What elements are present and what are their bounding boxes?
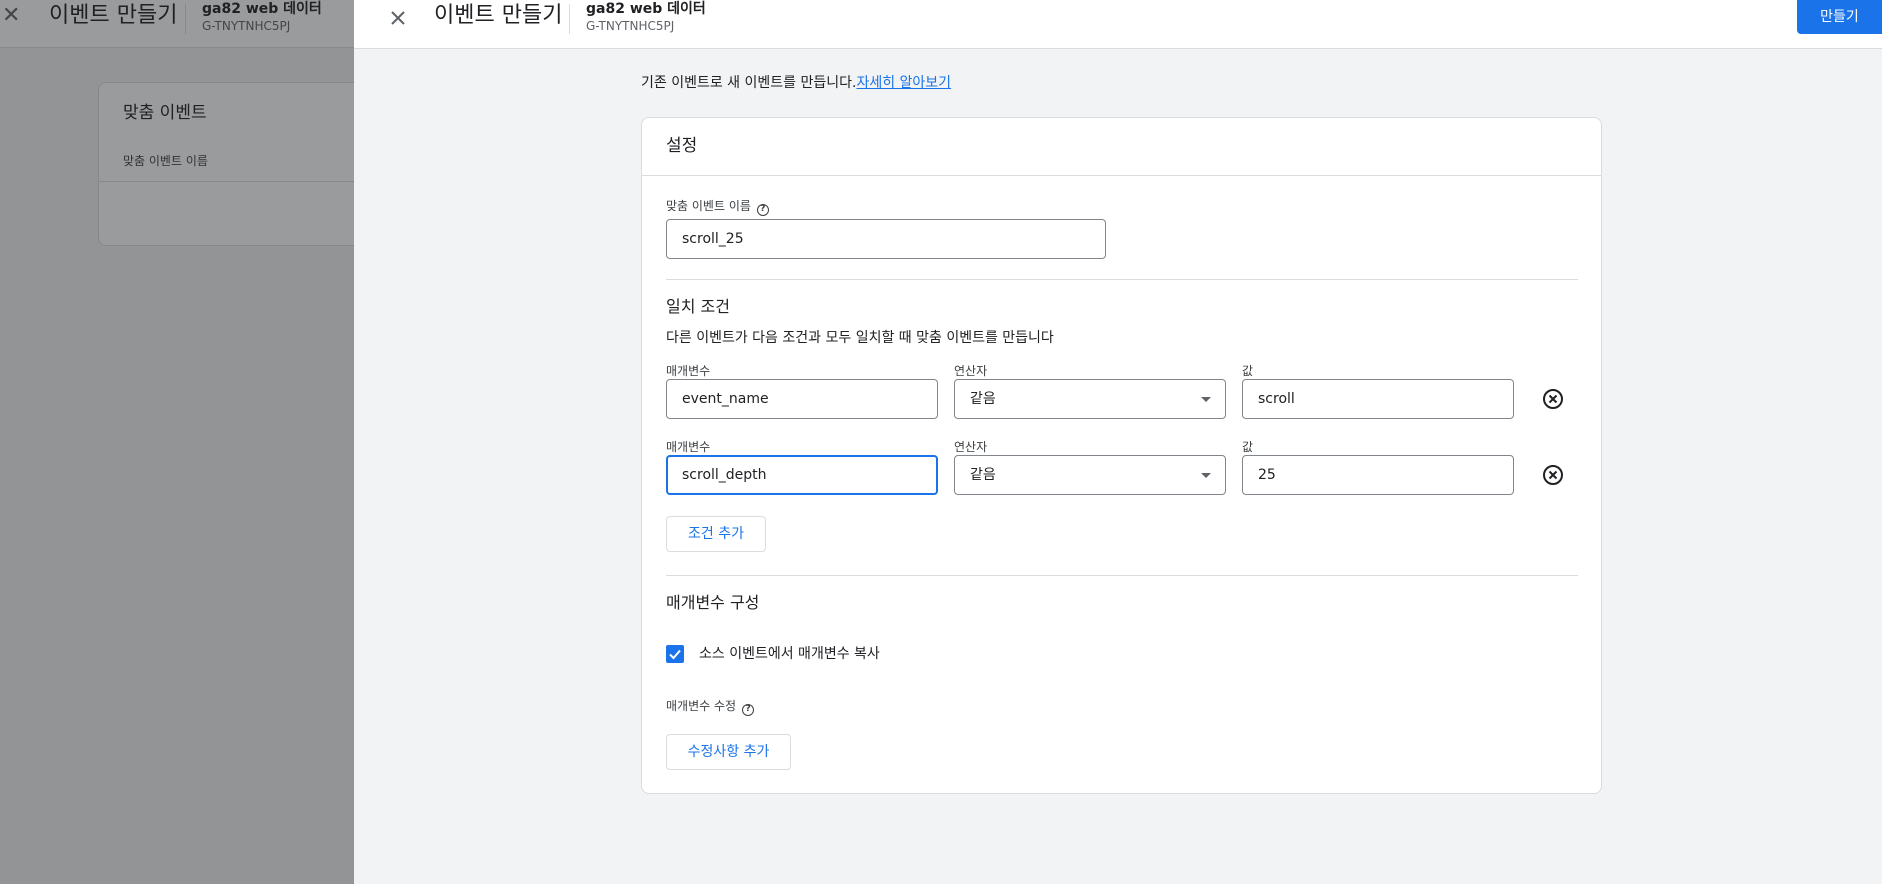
value-input[interactable] — [1242, 379, 1514, 419]
operator-select[interactable]: 같음 — [954, 379, 1226, 419]
remove-condition-button[interactable] — [1541, 387, 1565, 411]
panel-title: 이벤트 만들기 — [434, 3, 563, 28]
add-condition-button[interactable]: 조건 추가 — [666, 516, 766, 552]
divider — [666, 575, 1578, 576]
copy-parameters-checkbox[interactable] — [666, 645, 684, 663]
learn-more-link[interactable]: 자세히 알아보기 — [856, 75, 951, 91]
operator-label: 연산자 — [954, 440, 988, 454]
divider — [666, 279, 1578, 280]
help-icon[interactable]: ? — [742, 704, 755, 716]
event-name-label: 맞춤 이벤트 이름? — [666, 198, 769, 216]
dropdown-arrow-icon — [1201, 473, 1211, 478]
remove-condition-button[interactable] — [1541, 463, 1565, 487]
dropdown-arrow-icon — [1201, 397, 1211, 402]
parameter-config-title: 매개변수 구성 — [666, 593, 760, 612]
modify-parameters-label: 매개변수 수정? — [666, 698, 755, 716]
create-event-panel: 이벤트 만들기 ga82 web 데이터 G-TNYTNHC5PJ 만들기 기존… — [354, 0, 1882, 884]
value-input[interactable] — [1242, 455, 1514, 495]
checkmark-icon — [669, 649, 681, 660]
create-button[interactable]: 만들기 — [1797, 0, 1882, 34]
operator-select[interactable]: 같음 — [954, 455, 1226, 495]
divider — [642, 175, 1601, 176]
value-label: 값 — [1242, 440, 1254, 454]
matching-conditions-description: 다른 이벤트가 다음 조건과 모두 일치할 때 맞춤 이벤트를 만듭니다 — [666, 330, 1054, 346]
help-icon[interactable]: ? — [756, 204, 769, 216]
property-id: G-TNYTNHC5PJ — [586, 19, 675, 33]
intro-text: 기존 이벤트로 새 이벤트를 만듭니다.자세히 알아보기 — [641, 73, 951, 93]
operator-value: 같음 — [970, 467, 996, 483]
parameter-input[interactable] — [666, 379, 938, 419]
event-name-input[interactable] — [666, 219, 1106, 259]
settings-title: 설정 — [666, 136, 698, 156]
operator-label: 연산자 — [954, 364, 988, 378]
value-label: 값 — [1242, 364, 1254, 378]
parameter-input[interactable] — [666, 455, 938, 495]
matching-conditions-title: 일치 조건 — [666, 297, 730, 316]
parameter-label: 매개변수 — [666, 440, 711, 454]
event-name-label-text: 맞춤 이벤트 이름 — [666, 199, 751, 213]
intro-description: 기존 이벤트로 새 이벤트를 만듭니다. — [641, 75, 857, 91]
remove-circle-icon — [1543, 389, 1563, 409]
copy-parameters-label: 소스 이벤트에서 매개변수 복사 — [699, 646, 880, 662]
operator-value: 같음 — [970, 391, 996, 407]
panel-header: 이벤트 만들기 ga82 web 데이터 G-TNYTNHC5PJ 만들기 — [354, 0, 1882, 49]
modify-parameters-label-text: 매개변수 수정 — [666, 699, 737, 713]
header-separator — [569, 4, 570, 34]
close-button[interactable] — [382, 2, 414, 34]
add-modification-button[interactable]: 수정사항 추가 — [666, 734, 791, 770]
settings-card: 설정 맞춤 이벤트 이름? 일치 조건 다른 이벤트가 다음 조건과 모두 일치… — [641, 117, 1602, 794]
remove-circle-icon — [1543, 465, 1563, 485]
close-icon — [391, 11, 405, 25]
parameter-label: 매개변수 — [666, 364, 711, 378]
property-name: ga82 web 데이터 — [586, 1, 706, 17]
